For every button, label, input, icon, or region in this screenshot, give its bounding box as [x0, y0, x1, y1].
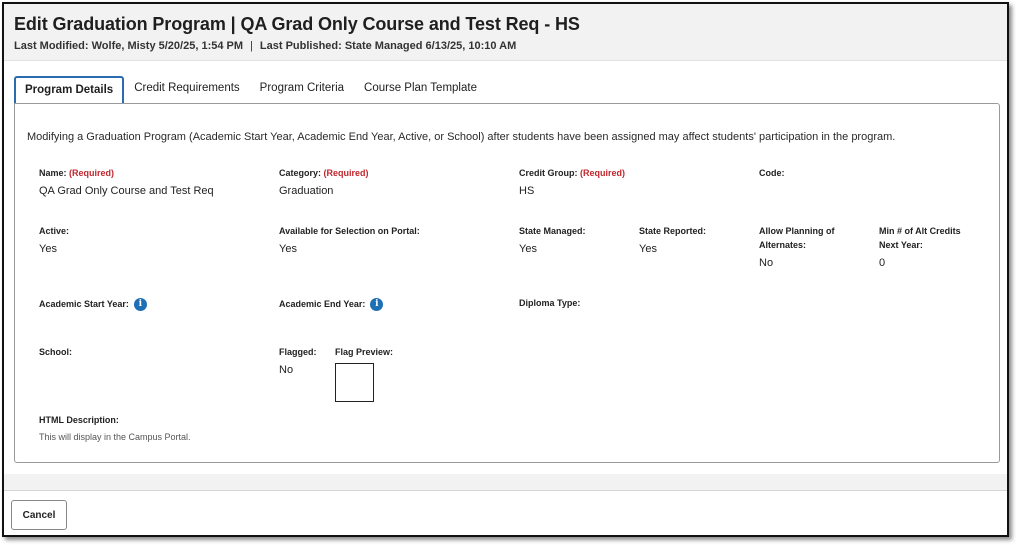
code-label: Code: — [759, 168, 785, 178]
state-managed-label: State Managed: — [519, 226, 586, 236]
field-min-alt-credits: Min # of Alt Credits Next Year: 0 — [879, 224, 961, 269]
field-academic-start-year: Academic Start Year: i — [39, 297, 147, 312]
required-marker: (Required) — [580, 168, 626, 178]
flag-preview-label: Flag Preview: — [335, 347, 394, 357]
field-allow-planning-alternates: Allow Planning of Alternates: No — [759, 224, 835, 269]
tab-program-details[interactable]: Program Details — [14, 76, 125, 103]
state-reported-value: Yes — [639, 243, 657, 255]
allow-planning-label-2: Alternates: — [759, 240, 807, 250]
label-text: Category: — [279, 168, 322, 178]
tab-bar: Program Details Credit Requirements Prog… — [14, 76, 487, 104]
info-icon[interactable]: i — [370, 298, 384, 312]
active-label: Active: — [39, 226, 70, 236]
credit-group-value: HS — [519, 185, 535, 197]
min-alt-credits-label-1: Min # of Alt Credits — [879, 226, 961, 236]
field-html-description: HTML Description: This will display in t… — [39, 413, 191, 442]
field-label: Credit Group: (Required) — [519, 166, 625, 180]
field-academic-end-year: Academic End Year: i — [279, 297, 384, 312]
tab-credit-requirements[interactable]: Credit Requirements — [124, 76, 249, 103]
label-text: Name: — [39, 168, 67, 178]
html-description-label: HTML Description: — [39, 415, 119, 425]
subtitle-separator: | — [250, 40, 253, 52]
html-description-help: This will display in the Campus Portal. — [39, 432, 191, 442]
cancel-button[interactable]: Cancel — [11, 500, 67, 530]
app-window: Edit Graduation Program | QA Grad Only C… — [2, 2, 1009, 537]
last-published-text: Last Published: State Managed 6/13/25, 1… — [259, 40, 517, 52]
state-reported-label: State Reported: — [639, 226, 707, 236]
program-details-panel: Modifying a Graduation Program (Academic… — [14, 103, 1000, 463]
field-flagged: Flagged: No — [279, 345, 317, 376]
start-year-label: Academic Start Year: — [39, 299, 129, 309]
flag-preview-box — [335, 363, 374, 402]
field-school: School: — [39, 345, 72, 359]
field-portal-availability: Available for Selection on Portal: Yes — [279, 224, 420, 255]
field-label: Academic End Year: i — [279, 297, 384, 312]
field-diploma-type: Diploma Type: — [519, 296, 580, 310]
field-category: Category: (Required) Graduation — [279, 166, 369, 197]
last-modified-text: Last Modified: Wolfe, Misty 5/20/25, 1:5… — [14, 40, 244, 52]
page-subtitle: Last Modified: Wolfe, Misty 5/20/25, 1:5… — [14, 40, 516, 52]
field-name: Name: (Required) QA Grad Only Course and… — [39, 166, 214, 197]
flagged-label: Flagged: — [279, 347, 317, 357]
footer-spacer — [4, 474, 1007, 490]
modification-notice: Modifying a Graduation Program (Academic… — [27, 131, 896, 143]
flagged-value: No — [279, 364, 294, 376]
field-state-managed: State Managed: Yes — [519, 224, 586, 255]
page-title: Edit Graduation Program | QA Grad Only C… — [14, 14, 580, 34]
required-marker: (Required) — [323, 168, 369, 178]
field-active: Active: Yes — [39, 224, 69, 255]
main-content: Program Details Credit Requirements Prog… — [4, 60, 1007, 474]
info-icon[interactable]: i — [133, 298, 147, 312]
diploma-type-label: Diploma Type: — [519, 298, 581, 308]
required-marker: (Required) — [69, 168, 115, 178]
min-alt-credits-value: 0 — [879, 257, 886, 269]
page-header: Edit Graduation Program | QA Grad Only C… — [4, 4, 1007, 60]
field-label: Name: (Required) — [39, 166, 214, 180]
tab-program-criteria[interactable]: Program Criteria — [250, 76, 354, 103]
field-label: Category: (Required) — [279, 166, 369, 180]
allow-planning-label-1: Allow Planning of — [759, 226, 835, 236]
field-credit-group: Credit Group: (Required) HS — [519, 166, 625, 197]
school-label: School: — [39, 347, 72, 357]
allow-planning-value: No — [759, 257, 774, 269]
min-alt-credits-label-2: Next Year: — [879, 240, 923, 250]
portal-label: Available for Selection on Portal: — [279, 226, 420, 236]
label-text: Credit Group: — [519, 168, 578, 178]
end-year-label: Academic End Year: — [279, 299, 366, 309]
active-value: Yes — [39, 243, 57, 255]
portal-value: Yes — [279, 243, 297, 255]
tab-course-plan-template[interactable]: Course Plan Template — [354, 76, 487, 103]
name-value: QA Grad Only Course and Test Req — [39, 185, 214, 197]
action-bar: Cancel — [4, 490, 1007, 535]
field-flag-preview: Flag Preview: — [335, 345, 393, 402]
field-state-reported: State Reported: Yes — [639, 224, 706, 255]
category-value: Graduation — [279, 185, 334, 197]
state-managed-value: Yes — [519, 243, 537, 255]
field-code: Code: — [759, 166, 785, 185]
field-label: Academic Start Year: i — [39, 297, 147, 312]
